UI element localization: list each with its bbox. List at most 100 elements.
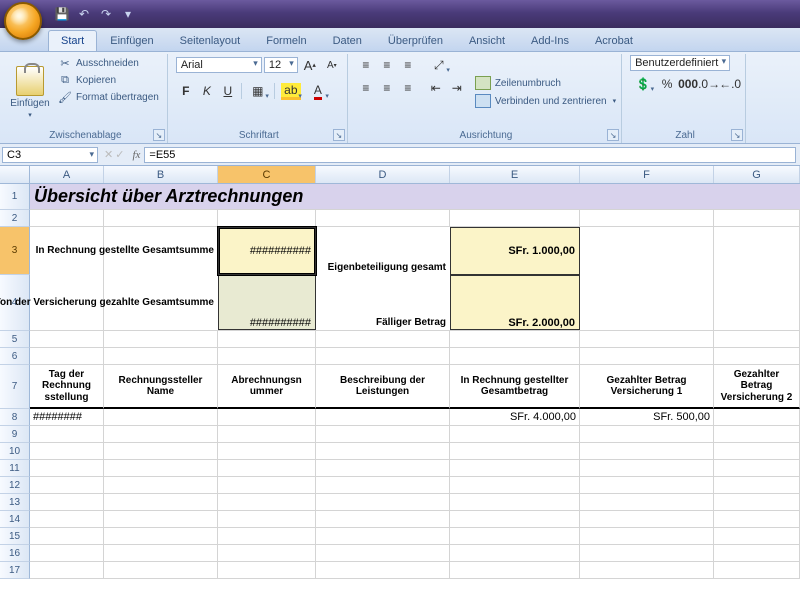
cell-b4[interactable]: Von der Versicherung gezahlte Gesamtsumm… [104, 275, 218, 330]
cell-c4[interactable]: ########## [218, 275, 316, 330]
tab-ueberpruefen[interactable]: Überprüfen [375, 30, 456, 51]
cell-d6[interactable] [316, 348, 450, 364]
number-format-combo[interactable]: Benutzerdefiniert [630, 55, 730, 71]
align-middle-button[interactable]: ≡ [377, 55, 397, 75]
decrease-indent-button[interactable]: ⇤ [426, 78, 446, 98]
cell-f4[interactable] [580, 275, 714, 330]
row-header-6[interactable]: 6 [0, 348, 30, 365]
col-header-d[interactable]: D [316, 166, 450, 183]
cell-f11[interactable] [580, 460, 714, 476]
decrease-decimal-button[interactable]: ←.0 [720, 74, 740, 94]
cell-g17[interactable] [714, 562, 800, 578]
font-name-combo[interactable]: Arial [176, 57, 262, 73]
cut-button[interactable]: ✂Ausschneiden [55, 55, 162, 71]
cell-e15[interactable] [450, 528, 580, 544]
cell-b5[interactable] [104, 331, 218, 347]
name-box[interactable]: C3 [2, 147, 98, 163]
enter-formula-icon[interactable]: ✓ [115, 148, 124, 161]
cell-e11[interactable] [450, 460, 580, 476]
row-header-8[interactable]: 8 [0, 409, 30, 426]
font-size-combo[interactable]: 12 [264, 57, 298, 73]
cell-d3[interactable]: Eigenbeteiligung gesamt [316, 227, 450, 275]
align-center-button[interactable]: ≡ [377, 78, 397, 98]
tab-einfuegen[interactable]: Einfügen [97, 30, 166, 51]
col-header-e[interactable]: E [450, 166, 580, 183]
cell-b10[interactable] [104, 443, 218, 459]
cell-d17[interactable] [316, 562, 450, 578]
cell-a1[interactable]: Übersicht über Arztrechnungen [30, 184, 800, 209]
cell-d11[interactable] [316, 460, 450, 476]
cell-a8[interactable]: ######## [30, 409, 104, 425]
tab-start[interactable]: Start [48, 30, 97, 51]
cancel-formula-icon[interactable]: ✕ [104, 148, 113, 161]
cell-f3[interactable] [580, 227, 714, 275]
cell-a14[interactable] [30, 511, 104, 527]
formula-input[interactable]: =E55 [144, 147, 796, 163]
cell-g11[interactable] [714, 460, 800, 476]
cell-c9[interactable] [218, 426, 316, 442]
cell-g9[interactable] [714, 426, 800, 442]
cell-d15[interactable] [316, 528, 450, 544]
cell-d13[interactable] [316, 494, 450, 510]
merge-center-button[interactable]: Verbinden und zentrieren▾ [475, 94, 616, 108]
cell-b8[interactable] [104, 409, 218, 425]
cell-c17[interactable] [218, 562, 316, 578]
cell-e17[interactable] [450, 562, 580, 578]
cell-g14[interactable] [714, 511, 800, 527]
cell-c5[interactable] [218, 331, 316, 347]
paste-button[interactable]: Einfügen ▾ [9, 55, 51, 129]
cell-d9[interactable] [316, 426, 450, 442]
select-all-button[interactable] [0, 166, 30, 183]
accounting-button[interactable]: 💲 [630, 74, 656, 94]
font-color-button[interactable]: A [305, 81, 331, 101]
cell-b2[interactable] [104, 210, 218, 226]
cell-a15[interactable] [30, 528, 104, 544]
office-button[interactable] [4, 2, 42, 40]
cell-d5[interactable] [316, 331, 450, 347]
cell-f5[interactable] [580, 331, 714, 347]
cell-f7[interactable]: Gezahlter Betrag Versicherung 1 [580, 365, 714, 409]
cell-b13[interactable] [104, 494, 218, 510]
cell-c7[interactable]: Abrechnungsn ummer [218, 365, 316, 409]
bold-button[interactable]: F [176, 81, 196, 101]
cell-c2[interactable] [218, 210, 316, 226]
cell-e16[interactable] [450, 545, 580, 561]
grow-font-button[interactable]: A▴ [300, 55, 320, 75]
align-right-button[interactable]: ≡ [398, 78, 418, 98]
row-header-17[interactable]: 17 [0, 562, 30, 579]
col-header-f[interactable]: F [580, 166, 714, 183]
cell-a17[interactable] [30, 562, 104, 578]
cell-a10[interactable] [30, 443, 104, 459]
cell-f12[interactable] [580, 477, 714, 493]
redo-icon[interactable]: ↷ [96, 4, 116, 24]
cell-a11[interactable] [30, 460, 104, 476]
cell-e2[interactable] [450, 210, 580, 226]
cell-g16[interactable] [714, 545, 800, 561]
col-header-b[interactable]: B [104, 166, 218, 183]
copy-button[interactable]: ⧉Kopieren [55, 72, 162, 88]
fill-color-button[interactable]: ab [278, 81, 304, 101]
cell-c6[interactable] [218, 348, 316, 364]
save-icon[interactable]: 💾 [52, 4, 72, 24]
cell-a7[interactable]: Tag der Rechnung sstellung [30, 365, 104, 409]
cell-c3[interactable]: ########## [218, 227, 316, 275]
cell-c8[interactable] [218, 409, 316, 425]
undo-icon[interactable]: ↶ [74, 4, 94, 24]
clipboard-launcher[interactable]: ↘ [153, 129, 165, 141]
cell-g3[interactable] [714, 227, 800, 275]
cell-g4[interactable] [714, 275, 800, 330]
number-launcher[interactable]: ↘ [731, 129, 743, 141]
row-header-7[interactable]: 7 [0, 365, 30, 409]
cell-g10[interactable] [714, 443, 800, 459]
cell-f15[interactable] [580, 528, 714, 544]
cell-b17[interactable] [104, 562, 218, 578]
percent-button[interactable]: % [657, 74, 677, 94]
align-launcher[interactable]: ↘ [607, 129, 619, 141]
cell-f6[interactable] [580, 348, 714, 364]
cell-g7[interactable]: Gezahlter Betrag Versicherung 2 [714, 365, 800, 409]
tab-seitenlayout[interactable]: Seitenlayout [167, 30, 254, 51]
cell-e9[interactable] [450, 426, 580, 442]
fx-icon[interactable]: fx [128, 149, 144, 161]
cell-b9[interactable] [104, 426, 218, 442]
cell-f9[interactable] [580, 426, 714, 442]
